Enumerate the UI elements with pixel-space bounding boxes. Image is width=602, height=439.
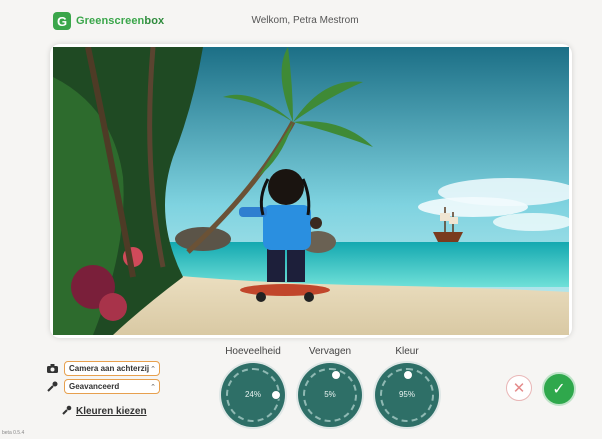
dial-label-amount: Hoeveelheid (225, 346, 281, 357)
preview-image (53, 47, 569, 335)
blur-dial-knob[interactable] (331, 370, 341, 380)
close-icon: ✕ (512, 380, 526, 397)
choose-colors-link[interactable]: Kleuren kiezen (76, 406, 147, 417)
camera-select[interactable]: Camera aan achterzij ⌃ (64, 361, 160, 376)
confirm-button[interactable]: ✓ (542, 372, 576, 406)
preview-stage (50, 44, 572, 338)
amount-dial-knob[interactable] (271, 390, 281, 400)
app-logo: G Greenscreenbox (53, 12, 164, 30)
choose-colors-link-row[interactable]: Kleuren kiezen (62, 402, 147, 420)
logo-text: Greenscreenbox (76, 15, 164, 27)
mode-control: Geavanceerd ⌃ (46, 379, 160, 394)
dial-label-color: Kleur (395, 346, 419, 357)
cancel-button[interactable]: ✕ (506, 375, 532, 401)
check-icon: ✓ (552, 381, 566, 398)
camera-select-value: Camera aan achterzij (69, 364, 150, 373)
camera-icon (46, 363, 58, 375)
blur-dial-value: 5% (324, 390, 336, 399)
logo-text-primary: Greenscreen (76, 15, 145, 27)
color-dial-value: 95% (398, 390, 415, 399)
amount-dial[interactable]: 24% (221, 363, 285, 427)
dial-label-blur: Vervagen (308, 346, 352, 357)
color-dial[interactable]: 95% (375, 363, 439, 427)
camera-control: Camera aan achterzij ⌃ (46, 361, 160, 376)
blur-dial[interactable]: 5% (298, 363, 362, 427)
chevron-down-icon: ⌃ (150, 366, 156, 373)
mode-select-value: Geavanceerd (69, 382, 120, 391)
welcome-message: Welkom, Petra Mestrom (251, 15, 359, 26)
logo-text-secondary: box (144, 15, 165, 27)
mode-select[interactable]: Geavanceerd ⌃ (64, 379, 160, 394)
color-dial-knob[interactable] (403, 370, 413, 380)
pipette-icon (46, 381, 58, 393)
chevron-down-icon: ⌃ (150, 384, 156, 391)
logo-mark: G (53, 12, 71, 30)
version-label: beta 0.5.4 (2, 430, 25, 436)
pipette-icon (62, 402, 72, 420)
